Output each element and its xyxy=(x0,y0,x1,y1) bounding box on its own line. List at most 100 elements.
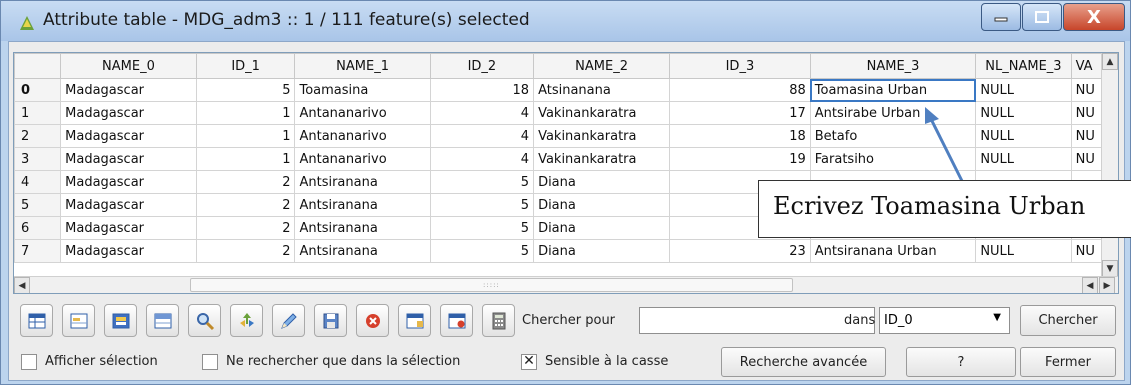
search-button[interactable]: Chercher xyxy=(1020,305,1116,336)
table-cell[interactable]: Antsirabe Urban xyxy=(809,101,977,125)
delete-column-button[interactable] xyxy=(440,304,473,337)
row-header[interactable]: 2 xyxy=(14,124,62,148)
title-bar[interactable]: Attribute table - MDG_adm3 :: 1 / 111 fe… xyxy=(1,1,1130,41)
table-cell[interactable]: 18 xyxy=(429,78,535,102)
table-cell[interactable]: 5 xyxy=(429,239,535,263)
column-header[interactable]: ID_3 xyxy=(669,53,811,79)
table-cell[interactable]: Diana xyxy=(533,216,671,240)
table-cell[interactable]: Vakinankaratra xyxy=(533,101,671,125)
table-cell[interactable]: Diana xyxy=(533,170,671,194)
table-cell[interactable]: 4 xyxy=(429,124,535,148)
row-header[interactable]: 3 xyxy=(14,147,62,171)
table-cell[interactable]: 5 xyxy=(195,78,296,102)
table-cell[interactable]: Faratsiho xyxy=(809,147,977,171)
table-cell[interactable]: NULL xyxy=(975,147,1072,171)
scroll-down-icon[interactable]: ▼ xyxy=(1102,260,1118,277)
search-button-icon-button[interactable] xyxy=(188,304,221,337)
table-cell[interactable]: 88 xyxy=(669,78,811,102)
table-cell[interactable]: NULL xyxy=(975,239,1072,263)
table-cell[interactable]: Diana xyxy=(533,239,671,263)
table-cell[interactable]: 1 xyxy=(195,124,296,148)
table-row[interactable]: 2 Madagascar 1 Antananarivo 4 Vakinankaratra 1… xyxy=(14,124,1118,148)
case-sensitive-checkbox[interactable]: ✕ xyxy=(521,354,537,370)
table-cell[interactable]: Antsiranana Urban xyxy=(809,239,977,263)
table-button[interactable] xyxy=(20,304,53,337)
row-header[interactable]: 7 xyxy=(14,239,62,263)
new-column-button[interactable] xyxy=(398,304,431,337)
table-cell[interactable]: Madagascar xyxy=(60,101,197,125)
save-button[interactable] xyxy=(314,304,347,337)
search-selection-only-checkbox[interactable] xyxy=(202,354,218,370)
table-cell[interactable]: Antsiranana xyxy=(294,193,431,217)
advanced-search-button[interactable]: Recherche avancée xyxy=(721,347,886,377)
table-cell[interactable]: Antsiranana xyxy=(294,170,431,194)
vertical-scrollbar[interactable]: ▲ ▼ xyxy=(1101,53,1118,277)
horizontal-scrollbar[interactable]: ◀ ::::: ◀ ▶ xyxy=(14,276,1118,293)
search-input[interactable] xyxy=(639,307,875,334)
table-cell[interactable]: Antsiranana xyxy=(294,239,431,263)
row-header[interactable]: 6 xyxy=(14,216,62,240)
table-cell[interactable]: 2 xyxy=(195,216,296,240)
table-cell[interactable]: 5 xyxy=(429,170,535,194)
close-window-button[interactable]: X xyxy=(1063,3,1125,31)
corner-header[interactable] xyxy=(14,53,62,79)
table-cell[interactable]: Antananarivo xyxy=(294,147,431,171)
invert-selection-button[interactable] xyxy=(104,304,137,337)
table-cell[interactable]: 2 xyxy=(195,170,296,194)
table-cell[interactable]: Antananarivo xyxy=(294,101,431,125)
scroll-left-end-icon[interactable]: ◀ xyxy=(1082,277,1098,293)
table-cell[interactable]: 4 xyxy=(429,147,535,171)
help-button[interactable]: ? xyxy=(906,347,1016,377)
table-cell[interactable]: 2 xyxy=(195,193,296,217)
table-cell[interactable]: 1 xyxy=(195,147,296,171)
table-cell[interactable]: 1 xyxy=(195,101,296,125)
pan-button[interactable] xyxy=(230,304,263,337)
column-header[interactable]: NAME_2 xyxy=(533,53,671,79)
table-cell[interactable]: Antsiranana xyxy=(294,216,431,240)
table-row[interactable]: 0 Madagascar 5 Toamasina 18 Atsinanana 88 Toama… xyxy=(14,78,1118,102)
table-row[interactable]: 1 Madagascar 1 Antananarivo 4 Vakinankaratra 1… xyxy=(14,101,1118,125)
table-cell[interactable]: NULL xyxy=(975,124,1072,148)
scroll-right-icon[interactable]: ▶ xyxy=(1099,277,1115,293)
calculator-button[interactable] xyxy=(482,304,515,337)
edit-button[interactable] xyxy=(272,304,305,337)
zoom-to-selection-button[interactable] xyxy=(62,304,95,337)
table-cell[interactable]: 19 xyxy=(669,147,811,171)
table-cell[interactable]: Toamasina Urban xyxy=(809,78,977,102)
table-cell[interactable]: 5 xyxy=(429,193,535,217)
column-header[interactable]: NL_NAME_3 xyxy=(975,53,1072,79)
table-cell[interactable]: Toamasina xyxy=(294,78,431,102)
table-cell[interactable]: Madagascar xyxy=(60,124,197,148)
column-header[interactable]: ID_1 xyxy=(195,53,296,79)
table-cell[interactable]: Madagascar xyxy=(60,147,197,171)
row-header[interactable]: 1 xyxy=(14,101,62,125)
table-row[interactable]: 3 Madagascar 1 Antananarivo 4 Vakinankaratra 1… xyxy=(14,147,1118,171)
close-button[interactable]: Fermer xyxy=(1020,347,1116,377)
row-header[interactable]: 5 xyxy=(14,193,62,217)
move-to-top-button[interactable] xyxy=(146,304,179,337)
table-cell[interactable]: 5 xyxy=(429,216,535,240)
table-cell[interactable]: Diana xyxy=(533,193,671,217)
table-cell[interactable]: 4 xyxy=(429,101,535,125)
table-cell[interactable]: Madagascar xyxy=(60,193,197,217)
table-cell[interactable]: Madagascar xyxy=(60,78,197,102)
table-cell[interactable]: 18 xyxy=(669,124,811,148)
delete-button[interactable] xyxy=(356,304,389,337)
table-cell[interactable]: Betafo xyxy=(809,124,977,148)
table-cell[interactable]: Vakinankaratra xyxy=(533,124,671,148)
table-cell[interactable]: Antananarivo xyxy=(294,124,431,148)
table-cell[interactable]: 2 xyxy=(195,239,296,263)
scroll-up-icon[interactable]: ▲ xyxy=(1102,53,1118,70)
show-selection-checkbox[interactable] xyxy=(21,354,37,370)
horizontal-scroll-thumb[interactable]: ::::: xyxy=(190,278,793,292)
scroll-left-icon[interactable]: ◀ xyxy=(14,277,30,293)
column-header[interactable]: NAME_3 xyxy=(809,53,977,79)
table-cell[interactable]: Madagascar xyxy=(60,239,197,263)
minimize-button[interactable] xyxy=(981,3,1021,31)
table-cell[interactable]: NULL xyxy=(975,101,1072,125)
column-header[interactable]: NAME_0 xyxy=(60,53,197,79)
table-cell[interactable]: Madagascar xyxy=(60,216,197,240)
row-header[interactable]: 4 xyxy=(14,170,62,194)
column-header[interactable]: ID_2 xyxy=(429,53,535,79)
table-cell[interactable]: NULL xyxy=(975,78,1072,102)
